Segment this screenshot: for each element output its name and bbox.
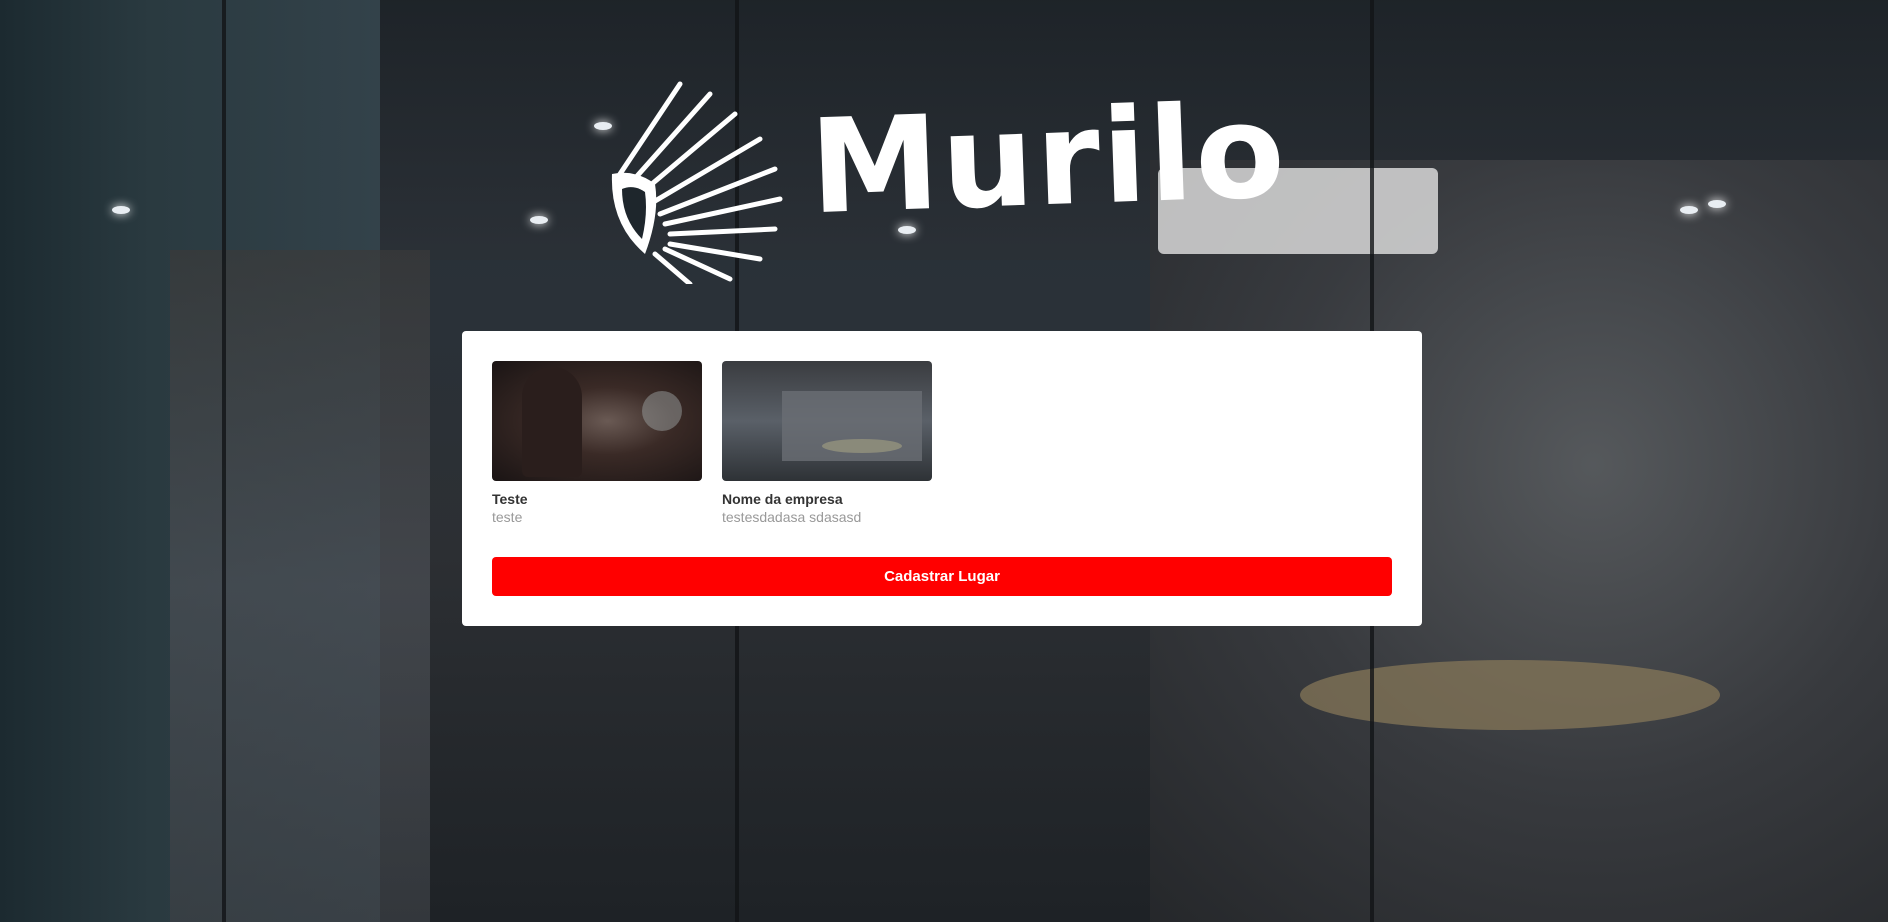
place-title: Nome da empresa [722, 491, 843, 507]
brand-wordmark: Murilo [807, 74, 1289, 244]
place-title: Teste [492, 491, 528, 507]
background-ceiling-light [112, 206, 130, 214]
place-item[interactable]: Nome da empresa testesdadasa sdasasd [722, 361, 932, 525]
places-card: Teste teste Nome da empresa testesdadasa… [462, 331, 1422, 626]
background-ceiling-light [1708, 200, 1726, 208]
photo-figure [522, 367, 582, 477]
place-description: testesdadasa sdasasd [722, 509, 862, 525]
photo-highlight [642, 391, 682, 431]
background-ceiling-light [1680, 206, 1698, 214]
headdress-icon [611, 81, 783, 284]
brand-logo: Murilo [600, 74, 1289, 284]
background-ceiling-light [530, 216, 548, 224]
place-thumbnail[interactable] [722, 361, 932, 481]
background-pillar [222, 0, 226, 922]
place-item[interactable]: Teste teste [492, 361, 702, 525]
background-corridor [170, 250, 430, 922]
register-place-button[interactable]: Cadastrar Lugar [492, 557, 1392, 596]
photo-table [822, 439, 902, 453]
background-meeting-table [1300, 660, 1720, 730]
place-thumbnail[interactable] [492, 361, 702, 481]
place-description: teste [492, 509, 523, 525]
